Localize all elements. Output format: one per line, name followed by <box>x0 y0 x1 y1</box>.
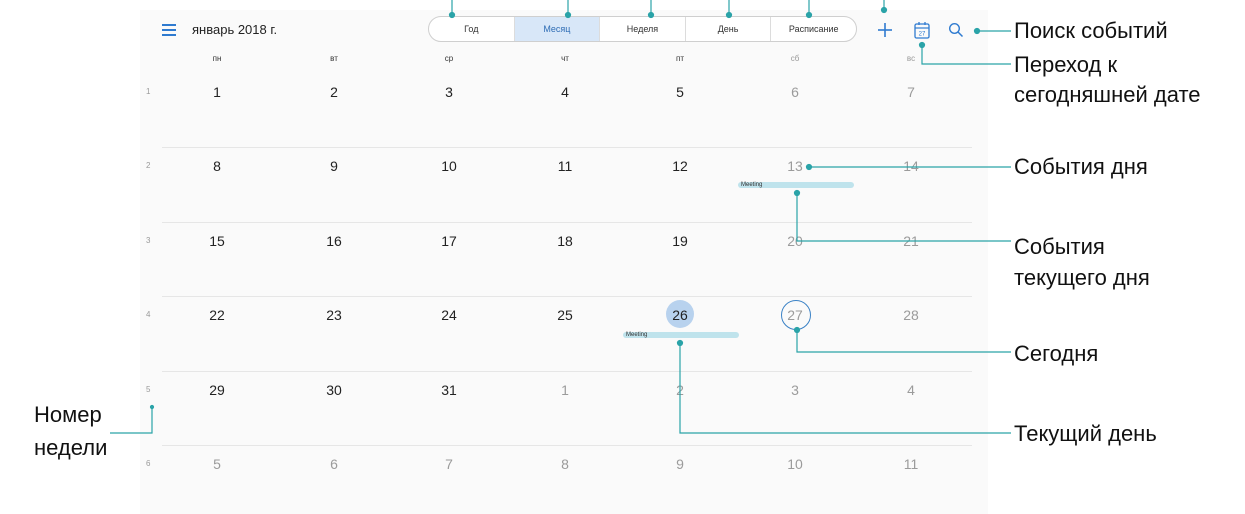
annotation-today-line1: Переход к <box>1014 52 1118 77</box>
annotation-day-events: События дня <box>1014 154 1148 179</box>
annotation-current-day-events-line1: События <box>1014 234 1105 259</box>
annotation-week-number-line2: недели <box>34 435 108 460</box>
annotation-today: Сегодня <box>1014 341 1099 366</box>
annotation-week-number-line1: Номер <box>34 402 102 427</box>
annotation-today-line2: сегодняшней дате <box>1014 82 1201 107</box>
annotation-current-day: Текущий день <box>1014 421 1157 446</box>
annotation-search: Поиск событий <box>1014 18 1168 43</box>
annotation-current-day-events-line2: текущего дня <box>1014 265 1150 290</box>
